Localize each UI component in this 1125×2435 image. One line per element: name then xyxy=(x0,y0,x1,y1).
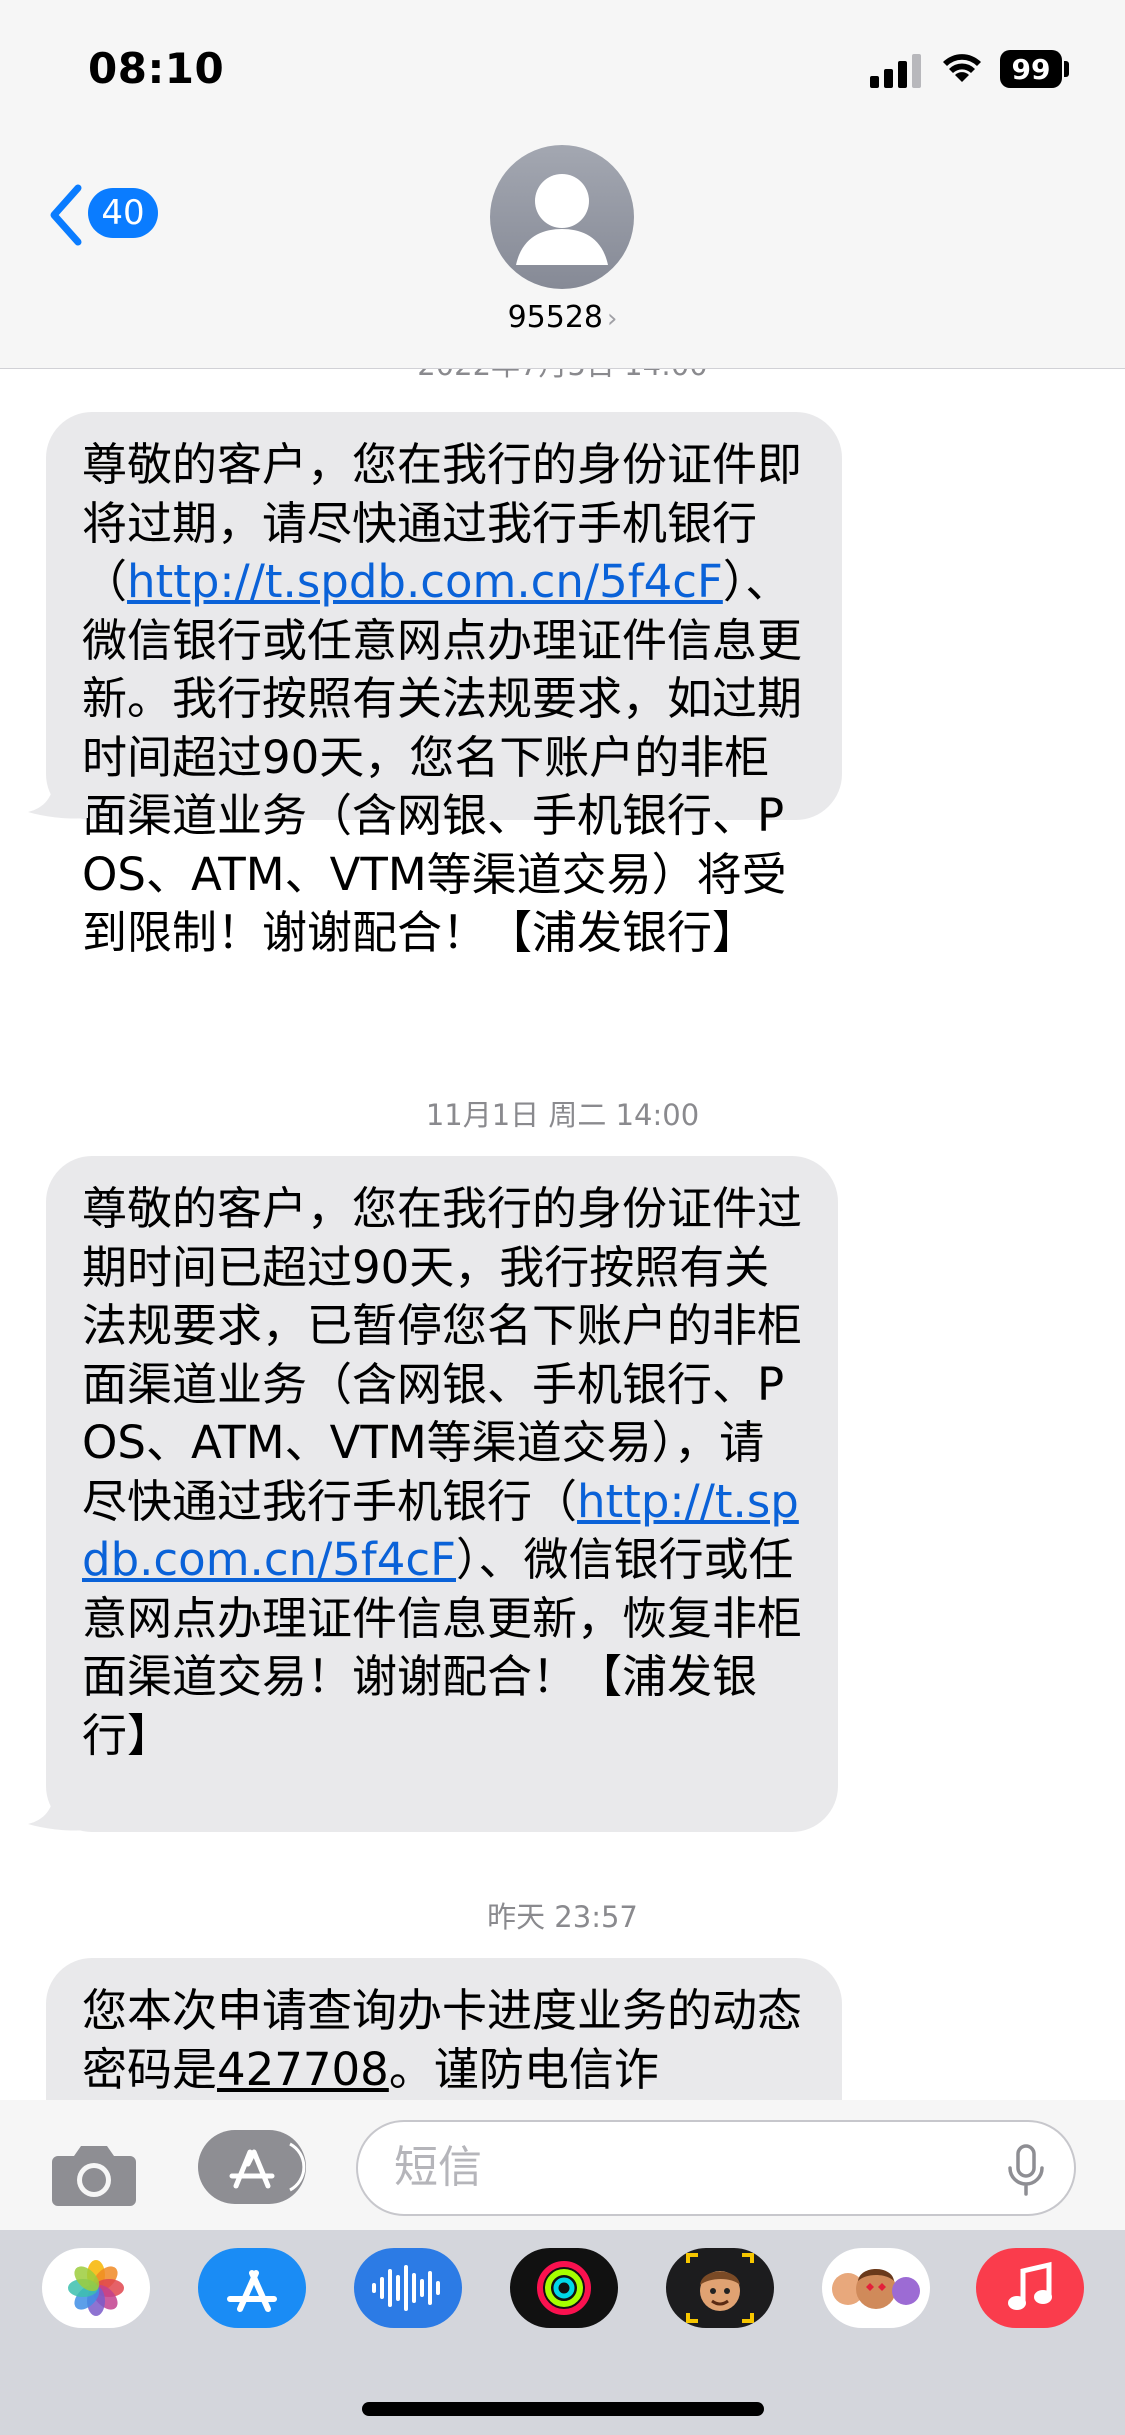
verification-code[interactable]: 427708 xyxy=(217,2043,389,2096)
app-store-icon xyxy=(227,2270,277,2312)
camera-icon[interactable] xyxy=(50,2140,138,2208)
person-icon xyxy=(516,174,608,265)
audio-message-app-icon[interactable] xyxy=(354,2248,462,2328)
battery-tip xyxy=(1064,61,1069,77)
photos-icon xyxy=(68,2260,124,2316)
audio-waveform-icon xyxy=(372,2265,440,2311)
contact-name-button[interactable]: 95528 › xyxy=(0,300,1125,335)
compose-bar: 短信 xyxy=(0,2100,1125,2230)
message-input-placeholder: 短信 xyxy=(394,2142,482,2193)
music-app-icon[interactable] xyxy=(976,2248,1084,2328)
home-indicator[interactable] xyxy=(362,2402,764,2416)
music-note-icon xyxy=(1008,2261,1052,2310)
app-store-icon xyxy=(229,2142,306,2192)
message-input[interactable]: 短信 xyxy=(356,2120,1076,2216)
message-timestamp: 11月1日 周二 14:00 xyxy=(425,1098,700,1132)
memoji-icon xyxy=(686,2253,754,2323)
app-store-app-icon[interactable] xyxy=(198,2248,306,2328)
apps-button[interactable] xyxy=(198,2130,306,2204)
message-timestamp: 2022年7月5日 14:00 xyxy=(0,368,1125,384)
chevron-left-icon xyxy=(50,184,82,246)
chevron-right-icon: › xyxy=(607,304,618,334)
conversation-header: 08:10 99 40 95528 › xyxy=(0,0,1125,369)
bubble-tail xyxy=(28,1784,88,1831)
photos-app-icon[interactable] xyxy=(42,2248,150,2328)
unread-count-badge: 40 xyxy=(88,188,158,238)
message-timestamp: 昨天 23:57 xyxy=(487,1900,638,1934)
fitness-rings-icon xyxy=(537,2261,591,2315)
back-button[interactable]: 40 xyxy=(46,180,176,250)
animoji-stickers-app-icon[interactable] xyxy=(822,2248,930,2328)
cellular-signal-icon xyxy=(870,52,921,88)
memoji-app-icon[interactable] xyxy=(666,2248,774,2328)
message-bubble[interactable]: 您本次申请查询办卡进度业务的动态密码是427708。谨防电信诈 xyxy=(46,1958,842,2100)
contact-avatar[interactable] xyxy=(490,145,634,289)
battery-icon: 99 xyxy=(1000,50,1062,88)
message-thread[interactable]: 2022年7月5日 14:00 尊敬的客户，您在我行的身份证件即将过期，请尽快通… xyxy=(0,368,1125,2100)
message-text: 。谨防电信诈 xyxy=(388,2042,659,2096)
imessage-app-drawer xyxy=(0,2230,1125,2435)
message-bubble[interactable]: 尊敬的客户，您在我行的身份证件即将过期，请尽快通过我行手机银行（http://t… xyxy=(46,412,842,959)
fitness-app-icon[interactable] xyxy=(510,2248,618,2328)
microphone-icon[interactable] xyxy=(1006,2144,1046,2196)
status-time: 08:10 xyxy=(88,44,225,93)
message-text: ）、微信银行或任意网点办理证件信息更新。我行按照有关法规要求，如过期时间超过90… xyxy=(82,555,803,959)
contact-name: 95528 xyxy=(507,300,604,335)
battery-level: 99 xyxy=(1011,52,1051,86)
wifi-icon xyxy=(943,54,981,82)
message-link[interactable]: http://t.spdb.com.cn/5f4cF xyxy=(127,555,723,608)
bubble-tail xyxy=(28,772,88,819)
animoji-icon xyxy=(832,2269,920,2309)
message-bubble[interactable]: 尊敬的客户，您在我行的身份证件过期时间已超过90天，我行按照有关法规要求，已暂停… xyxy=(46,1156,838,1832)
